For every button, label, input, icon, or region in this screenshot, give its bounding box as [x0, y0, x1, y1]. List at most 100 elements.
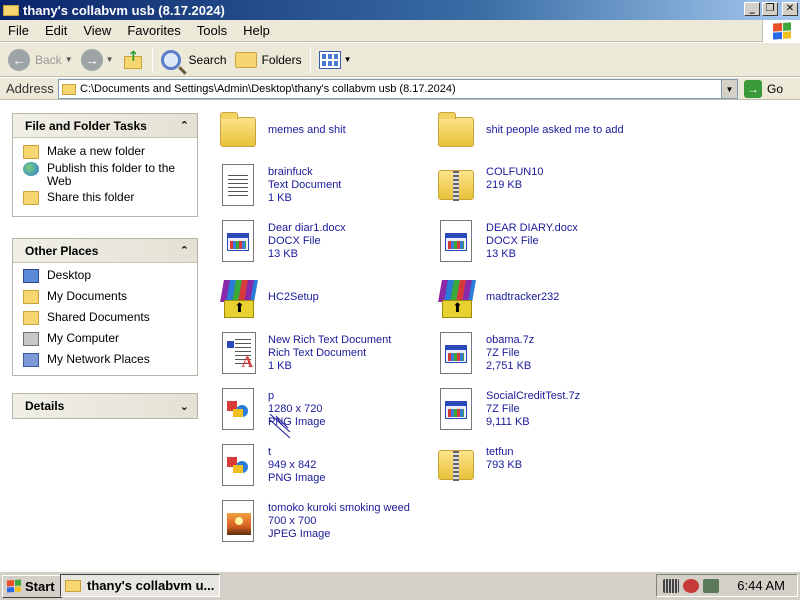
place-desktop[interactable]: Desktop: [23, 269, 191, 283]
file-name: tetfun: [486, 446, 514, 458]
file-size: 13 KB: [268, 248, 298, 260]
new-folder-icon: [23, 145, 39, 159]
menu-view[interactable]: View: [75, 20, 119, 42]
file-item[interactable]: t 949 x 842 PNG Image: [218, 442, 438, 488]
minimize-button[interactable]: _: [744, 2, 760, 16]
shared-documents-icon: [23, 311, 39, 325]
go-label: Go: [767, 82, 784, 96]
place-label: My Computer: [47, 331, 120, 345]
file-item[interactable]: shit people asked me to add: [436, 109, 656, 155]
up-folder-button[interactable]: ↑: [118, 46, 148, 74]
file-name: brainfuck: [268, 166, 313, 178]
chevron-down-icon: ▼: [105, 55, 114, 64]
place-shared-documents[interactable]: Shared Documents: [23, 311, 191, 325]
unknown-file-icon: [436, 386, 478, 432]
file-name: HC2Setup: [268, 291, 319, 303]
file-item[interactable]: DEAR DIARY.docx DOCX File 13 KB: [436, 218, 656, 264]
place-my-computer[interactable]: My Computer: [23, 332, 191, 346]
panel-header[interactable]: Details ⌄: [13, 394, 197, 418]
file-type: JPEG Image: [268, 528, 331, 540]
taskbar-window-button[interactable]: thany's collabvm u...: [60, 574, 220, 597]
folder-icon: [65, 579, 81, 592]
address-bar: Address C:\Documents and Settings\Admin\…: [0, 78, 800, 100]
file-name: shit people asked me to add: [486, 124, 624, 136]
maximize-button[interactable]: ❐: [762, 2, 778, 16]
file-list: memes and shit shit people asked me to a…: [210, 101, 800, 571]
panel-header[interactable]: Other Places ⌃: [13, 239, 197, 263]
file-item[interactable]: madtracker232: [436, 274, 656, 320]
place-label: My Network Places: [47, 352, 150, 366]
task-publish-folder[interactable]: Publish this folder to the Web: [23, 162, 191, 188]
search-button[interactable]: Search: [157, 46, 231, 74]
chevron-down-icon: ▼: [343, 55, 352, 64]
file-dimensions: 949 x 842: [268, 459, 317, 471]
folders-label: Folders: [261, 52, 302, 67]
forward-button[interactable]: → ▼: [77, 46, 118, 74]
address-dropdown-button[interactable]: ▼: [721, 80, 737, 98]
expand-chevron-icon[interactable]: ⌄: [180, 400, 189, 413]
file-name: New Rich Text Document: [268, 334, 392, 346]
up-folder-icon: ↑: [122, 49, 144, 71]
keyboard-icon[interactable]: [663, 578, 679, 593]
file-type: DOCX File: [486, 235, 539, 247]
file-item[interactable]: brainfuck Text Document 1 KB: [218, 162, 438, 208]
close-button[interactable]: ✕: [782, 2, 798, 16]
start-button[interactable]: Start: [2, 574, 62, 598]
winrar-installer-icon: [436, 274, 478, 320]
menu-favorites[interactable]: Favorites: [119, 20, 188, 42]
task-pane: File and Folder Tasks ⌃ Make a new folde…: [0, 101, 210, 571]
folder-icon: [3, 3, 19, 17]
task-make-new-folder[interactable]: Make a new folder: [23, 145, 191, 159]
file-type: PNG Image: [268, 472, 326, 484]
start-label: Start: [25, 578, 55, 594]
panel-header[interactable]: File and Folder Tasks ⌃: [13, 114, 197, 138]
toolbar-separator: [309, 46, 311, 73]
file-name: Dear diar1.docx: [268, 222, 346, 234]
shield-icon[interactable]: [683, 578, 699, 593]
file-item[interactable]: memes and shit: [218, 109, 438, 155]
file-size: 2,751 KB: [486, 360, 532, 372]
folders-button[interactable]: Folders: [231, 46, 306, 74]
system-tray: 6:44 AM: [656, 574, 798, 597]
file-size: 1 KB: [268, 192, 292, 204]
menu-tools[interactable]: Tools: [189, 20, 235, 42]
address-label: Address: [6, 81, 54, 96]
task-share-folder[interactable]: Share this folder: [23, 191, 191, 205]
collapse-chevron-icon[interactable]: ⌃: [180, 119, 189, 132]
file-size: 1 KB: [268, 360, 292, 372]
menu-file[interactable]: File: [0, 20, 37, 42]
file-item[interactable]: COLFUN10 219 KB: [436, 162, 656, 208]
title-bar[interactable]: thany's collabvm usb (8.17.2024) _ ❐ ✕: [0, 0, 800, 20]
go-arrow-icon: →: [744, 80, 762, 98]
collapse-chevron-icon[interactable]: ⌃: [180, 244, 189, 257]
file-item[interactable]: A New Rich Text Document Rich Text Docume…: [218, 330, 438, 376]
file-item[interactable]: HC2Setup: [218, 274, 438, 320]
back-button[interactable]: ← Back ▼: [4, 46, 77, 74]
search-label: Search: [188, 52, 227, 67]
go-button[interactable]: → Go: [744, 79, 783, 99]
file-item[interactable]: tomoko kuroki smoking weed 700 x 700 JPEG …: [218, 498, 438, 544]
file-type: DOCX File: [268, 235, 321, 247]
menu-edit[interactable]: Edit: [37, 20, 75, 42]
volume-icon[interactable]: [703, 578, 719, 593]
file-size: 9,111 KB: [486, 416, 530, 428]
task-label: Share this folder: [47, 190, 135, 204]
place-my-documents[interactable]: My Documents: [23, 290, 191, 304]
views-button[interactable]: ▼: [315, 46, 356, 74]
file-type: Rich Text Document: [268, 347, 367, 359]
folder-icon: [218, 109, 260, 155]
desktop-icon: [23, 269, 39, 283]
file-item[interactable]: Dear diar1.docx DOCX File 13 KB: [218, 218, 438, 264]
menu-help[interactable]: Help: [235, 20, 278, 42]
task-label: Publish this folder to the Web: [47, 161, 176, 188]
windows-logo-icon: [762, 20, 800, 42]
file-item[interactable]: tetfun 793 KB: [436, 442, 656, 488]
address-input[interactable]: C:\Documents and Settings\Admin\Desktop\…: [58, 79, 738, 99]
place-my-network[interactable]: My Network Places: [23, 353, 191, 367]
folder-icon: [436, 109, 478, 155]
file-item[interactable]: obama.7z 7Z File 2,751 KB: [436, 330, 656, 376]
file-type: 7Z File: [486, 347, 520, 359]
file-item[interactable]: SocialCreditTest.7z 7Z File 9,111 KB: [436, 386, 656, 432]
file-name: SocialCreditTest.7z: [486, 390, 581, 402]
file-item[interactable]: p 1280 x 720 PNG Image: [218, 386, 438, 432]
